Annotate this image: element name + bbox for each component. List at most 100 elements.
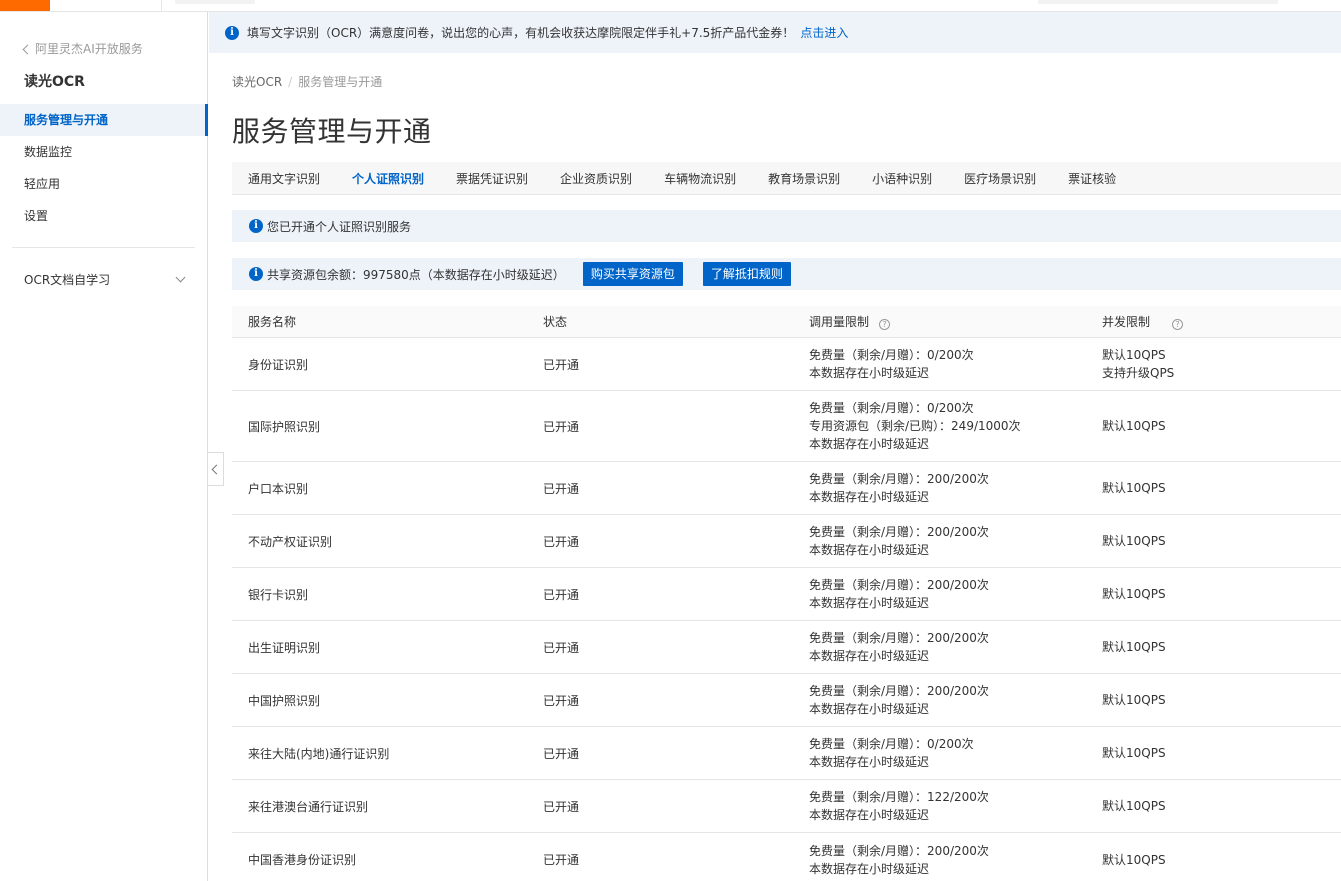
sidebar-item-service-management[interactable]: 服务管理与开通: [0, 104, 208, 136]
cell-status: 已开通: [543, 481, 580, 496]
back-link-label: 阿里灵杰AI开放服务: [35, 42, 143, 56]
quota-line: 本数据存在小时级延迟: [809, 366, 930, 380]
cell-qps: 默认10QPS: [1102, 417, 1341, 435]
header-quota: 调用量限制?: [809, 313, 1102, 331]
sidebar-group-ocr-self-learning[interactable]: OCR文档自学习: [24, 271, 186, 288]
table-row: 来往港澳台通行证识别 已开通 免费量（剩余/月赠）：122/200次 本数据存在小…: [232, 780, 1341, 833]
cell-qps: 默认10QPS: [1102, 532, 1341, 550]
qps-line: 默认10QPS: [1102, 481, 1166, 495]
topbar-search[interactable]: [1038, 0, 1278, 4]
tab-medical[interactable]: 医疗场景识别: [964, 162, 1036, 195]
cell-service-name: 来往大陆(内地)通行证识别: [248, 746, 390, 761]
cell-quota: 免费量（剩余/月赠）：200/200次 本数据存在小时级延迟: [809, 842, 1102, 878]
cell-qps: 默认10QPS 支持升级QPS: [1102, 346, 1341, 382]
info-icon: i: [249, 267, 263, 281]
table-row: 中国护照识别 已开通 免费量（剩余/月赠）：200/200次 本数据存在小时级延迟…: [232, 674, 1341, 727]
qps-line: 默认10QPS: [1102, 746, 1166, 760]
cell-qps: 默认10QPS: [1102, 797, 1341, 815]
qps-line: 默认10QPS: [1102, 799, 1166, 813]
cell-service-name: 来往港澳台通行证识别: [248, 799, 369, 814]
chevron-down-icon: [175, 272, 186, 283]
cell-qps: 默认10QPS: [1102, 851, 1341, 869]
cell-status: 已开通: [543, 357, 580, 372]
buy-shared-package-button[interactable]: 购买共享资源包: [582, 262, 683, 286]
cell-status: 已开通: [543, 640, 580, 655]
question-circle-icon[interactable]: ?: [879, 318, 891, 330]
cell-status: 已开通: [543, 534, 580, 549]
quota-line: 本数据存在小时级延迟: [809, 755, 930, 769]
cell-service-name: 不动产权证识别: [248, 534, 333, 549]
quota-line: 本数据存在小时级延迟: [809, 543, 930, 557]
sidebar-item-light-apps[interactable]: 轻应用: [0, 168, 208, 200]
table-row: 户口本识别 已开通 免费量（剩余/月赠）：200/200次 本数据存在小时级延迟 …: [232, 462, 1341, 515]
quota-line: 本数据存在小时级延迟: [809, 702, 930, 716]
cell-service-name: 身份证识别: [248, 357, 309, 372]
cell-status: 已开通: [543, 419, 580, 434]
sidebar-collapse-button[interactable]: [208, 452, 224, 486]
alert-text: 您已开通个人证照识别服务: [267, 219, 412, 234]
qps-line: 默认10QPS: [1102, 640, 1166, 654]
tab-enterprise-qualification[interactable]: 企业资质识别: [560, 162, 632, 195]
table-header: 服务名称 状态 调用量限制? 并发限制?: [232, 306, 1341, 338]
sidebar-divider: [12, 247, 195, 248]
sidebar-item-settings[interactable]: 设置: [0, 200, 208, 232]
info-icon: i: [225, 25, 239, 40]
tab-ticket-verification[interactable]: 票证核验: [1068, 162, 1116, 195]
breadcrumb-item-product[interactable]: 读光OCR: [232, 75, 282, 89]
question-circle-icon[interactable]: ?: [1172, 318, 1184, 330]
quota-line: 免费量（剩余/月赠）：0/200次: [809, 348, 974, 362]
deduction-rules-button[interactable]: 了解抵扣规则: [702, 262, 791, 286]
header-concurrency: 并发限制?: [1102, 313, 1341, 331]
topbar-workspace-tab[interactable]: [175, 0, 255, 4]
quota-line: 免费量（剩余/月赠）：122/200次: [809, 790, 989, 804]
cell-quota: 免费量（剩余/月赠）：200/200次 本数据存在小时级延迟: [809, 629, 1102, 665]
cell-service-name: 中国护照识别: [248, 693, 321, 708]
cell-qps: 默认10QPS: [1102, 638, 1341, 656]
table-row: 银行卡识别 已开通 免费量（剩余/月赠）：200/200次 本数据存在小时级延迟 …: [232, 568, 1341, 621]
table-row: 中国香港身份证识别 已开通 免费量（剩余/月赠）：200/200次 本数据存在小时…: [232, 833, 1341, 881]
cell-service-name: 户口本识别: [248, 481, 309, 496]
cell-status: 已开通: [543, 746, 580, 761]
cell-service-name: 中国香港身份证识别: [248, 853, 357, 867]
cell-quota: 免费量（剩余/月赠）：0/200次 本数据存在小时级延迟: [809, 735, 1102, 771]
cell-quota: 免费量（剩余/月赠）：200/200次 本数据存在小时级延迟: [809, 523, 1102, 559]
table-row: 来往大陆(内地)通行证识别 已开通 免费量（剩余/月赠）：0/200次 本数据存在…: [232, 727, 1341, 780]
cell-quota: 免费量（剩余/月赠）：200/200次 本数据存在小时级延迟: [809, 576, 1102, 612]
notice-link[interactable]: 点击进入: [800, 24, 848, 41]
back-link[interactable]: 阿里灵杰AI开放服务: [22, 40, 143, 57]
top-navigation-bar: [0, 0, 1341, 12]
quota-line: 免费量（剩余/月赠）：200/200次: [809, 472, 989, 486]
chevron-left-icon: [22, 44, 33, 54]
quota-line: 本数据存在小时级延迟: [809, 437, 930, 451]
cell-status: 已开通: [543, 853, 580, 867]
cell-qps: 默认10QPS: [1102, 479, 1341, 497]
header-status: 状态: [543, 315, 568, 329]
quota-line: 免费量（剩余/月赠）：200/200次: [809, 843, 989, 858]
survey-notice-banner: i 填写文字识别（OCR）满意度问卷，说出您的心声，有机会收获达摩院限定伴手礼+…: [209, 12, 1341, 53]
tab-general-text[interactable]: 通用文字识别: [248, 162, 320, 195]
qps-line: 默认10QPS: [1102, 852, 1166, 867]
cell-quota: 免费量（剩余/月赠）：0/200次 专用资源包（剩余/已购）：249/1000次本…: [809, 399, 1102, 453]
tab-education[interactable]: 教育场景识别: [768, 162, 840, 195]
quota-line: 免费量（剩余/月赠）：0/200次: [809, 401, 974, 415]
qps-line: 默认10QPS: [1102, 348, 1166, 362]
quota-line: 免费量（剩余/月赠）：200/200次: [809, 525, 989, 539]
sidebar-item-data-monitoring[interactable]: 数据监控: [0, 136, 208, 168]
notice-text: 填写文字识别（OCR）满意度问卷，说出您的心声，有机会收获达摩院限定伴手礼+7.…: [247, 26, 795, 40]
table-row: 出生证明识别 已开通 免费量（剩余/月赠）：200/200次 本数据存在小时级延迟…: [232, 621, 1341, 674]
qps-line: 默认10QPS: [1102, 693, 1166, 707]
tab-bills-vouchers[interactable]: 票据凭证识别: [456, 162, 528, 195]
tab-personal-id[interactable]: 个人证照识别: [352, 162, 424, 195]
qps-line: 默认10QPS: [1102, 587, 1166, 601]
quota-line: 本数据存在小时级延迟: [809, 596, 930, 610]
sidebar-group-label: OCR文档自学习: [24, 273, 111, 287]
brand-logo[interactable]: [0, 0, 50, 11]
cell-quota: 免费量（剩余/月赠）：200/200次 本数据存在小时级延迟: [809, 470, 1102, 506]
breadcrumb-item-current: 服务管理与开通: [298, 75, 383, 89]
cell-quota: 免费量（剩余/月赠）：200/200次 本数据存在小时级延迟: [809, 682, 1102, 718]
tab-vehicle-logistics[interactable]: 车辆物流识别: [664, 162, 736, 195]
quota-line: 本数据存在小时级延迟: [809, 490, 930, 504]
tab-minor-languages[interactable]: 小语种识别: [872, 162, 932, 195]
quota-line: 免费量（剩余/月赠）：200/200次: [809, 578, 989, 592]
cell-service-name: 银行卡识别: [248, 587, 309, 602]
